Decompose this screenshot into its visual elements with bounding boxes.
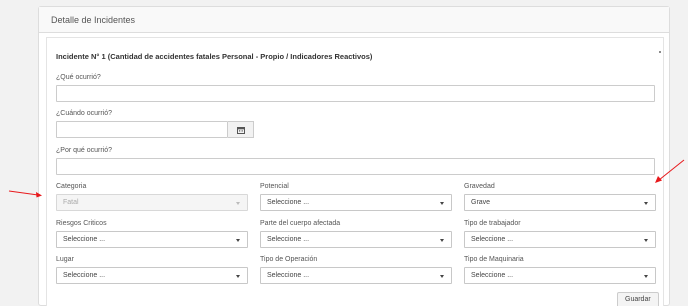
- parte-cuerpo-value: Seleccione ...: [267, 236, 310, 243]
- chevron-down-icon: [644, 275, 648, 278]
- gravedad-select[interactable]: Grave: [464, 194, 656, 211]
- tipo-operacion-label: Tipo de Operación: [260, 256, 318, 263]
- red-arrow-annotation-left: [8, 190, 42, 198]
- collapse-marker[interactable]: [659, 51, 661, 53]
- chevron-down-icon: [236, 202, 240, 205]
- potencial-label: Potencial: [260, 183, 289, 190]
- tipo-maquinaria-select[interactable]: Seleccione ...: [464, 267, 656, 284]
- potencial-select[interactable]: Seleccione ...: [260, 194, 452, 211]
- riesgos-select[interactable]: Seleccione ...: [56, 231, 248, 248]
- panel-heading: Detalle de Incidentes: [39, 7, 669, 33]
- chevron-down-icon: [644, 202, 648, 205]
- parte-cuerpo-select[interactable]: Seleccione ...: [260, 231, 452, 248]
- incident-form: Incidente N° 1 (Cantidad de accidentes f…: [46, 37, 664, 306]
- que-ocurrio-label: ¿Qué ocurrió?: [56, 74, 101, 81]
- porque-ocurrio-label: ¿Por qué ocurrió?: [56, 147, 113, 154]
- chevron-down-icon: [440, 202, 444, 205]
- incident-detail-panel: Detalle de Incidentes Incidente N° 1 (Ca…: [38, 6, 670, 306]
- categoria-value: Fatal: [63, 199, 79, 206]
- tipo-operacion-select[interactable]: Seleccione ...: [260, 267, 452, 284]
- riesgos-value: Seleccione ...: [63, 236, 106, 243]
- lugar-value: Seleccione ...: [63, 272, 106, 279]
- chevron-down-icon: [236, 239, 240, 242]
- que-ocurrio-input[interactable]: [56, 85, 655, 102]
- chevron-down-icon: [644, 239, 648, 242]
- gravedad-label: Gravedad: [464, 183, 495, 190]
- lugar-select[interactable]: Seleccione ...: [56, 267, 248, 284]
- porque-ocurrio-input[interactable]: [56, 158, 655, 175]
- gravedad-value: Grave: [471, 199, 491, 206]
- parte-cuerpo-label: Parte del cuerpo afectada: [260, 220, 341, 227]
- red-arrow-annotation-right: [655, 159, 685, 183]
- cuando-ocurrio-label: ¿Cuándo ocurrió?: [56, 110, 113, 117]
- incident-title: Incidente N° 1 (Cantidad de accidentes f…: [56, 52, 373, 61]
- tipo-maquinaria-label: Tipo de Maquinaria: [464, 256, 524, 263]
- tipo-operacion-value: Seleccione ...: [267, 272, 310, 279]
- guardar-button[interactable]: Guardar: [617, 292, 659, 306]
- tipo-maquinaria-value: Seleccione ...: [471, 272, 514, 279]
- tipo-trabajador-value: Seleccione ...: [471, 236, 514, 243]
- chevron-down-icon: [440, 239, 444, 242]
- chevron-down-icon: [440, 275, 444, 278]
- calendar-icon: [236, 126, 245, 134]
- lugar-label: Lugar: [56, 256, 74, 263]
- tipo-trabajador-label: Tipo de trabajador: [464, 220, 521, 227]
- categoria-select: Fatal: [56, 194, 248, 211]
- categoria-label: Categoria: [56, 183, 87, 190]
- cuando-ocurrio-input[interactable]: [56, 121, 228, 138]
- potencial-value: Seleccione ...: [267, 199, 310, 206]
- riesgos-label: Riesgos Criticos: [56, 220, 107, 227]
- chevron-down-icon: [236, 275, 240, 278]
- calendar-button[interactable]: [228, 121, 254, 138]
- tipo-trabajador-select[interactable]: Seleccione ...: [464, 231, 656, 248]
